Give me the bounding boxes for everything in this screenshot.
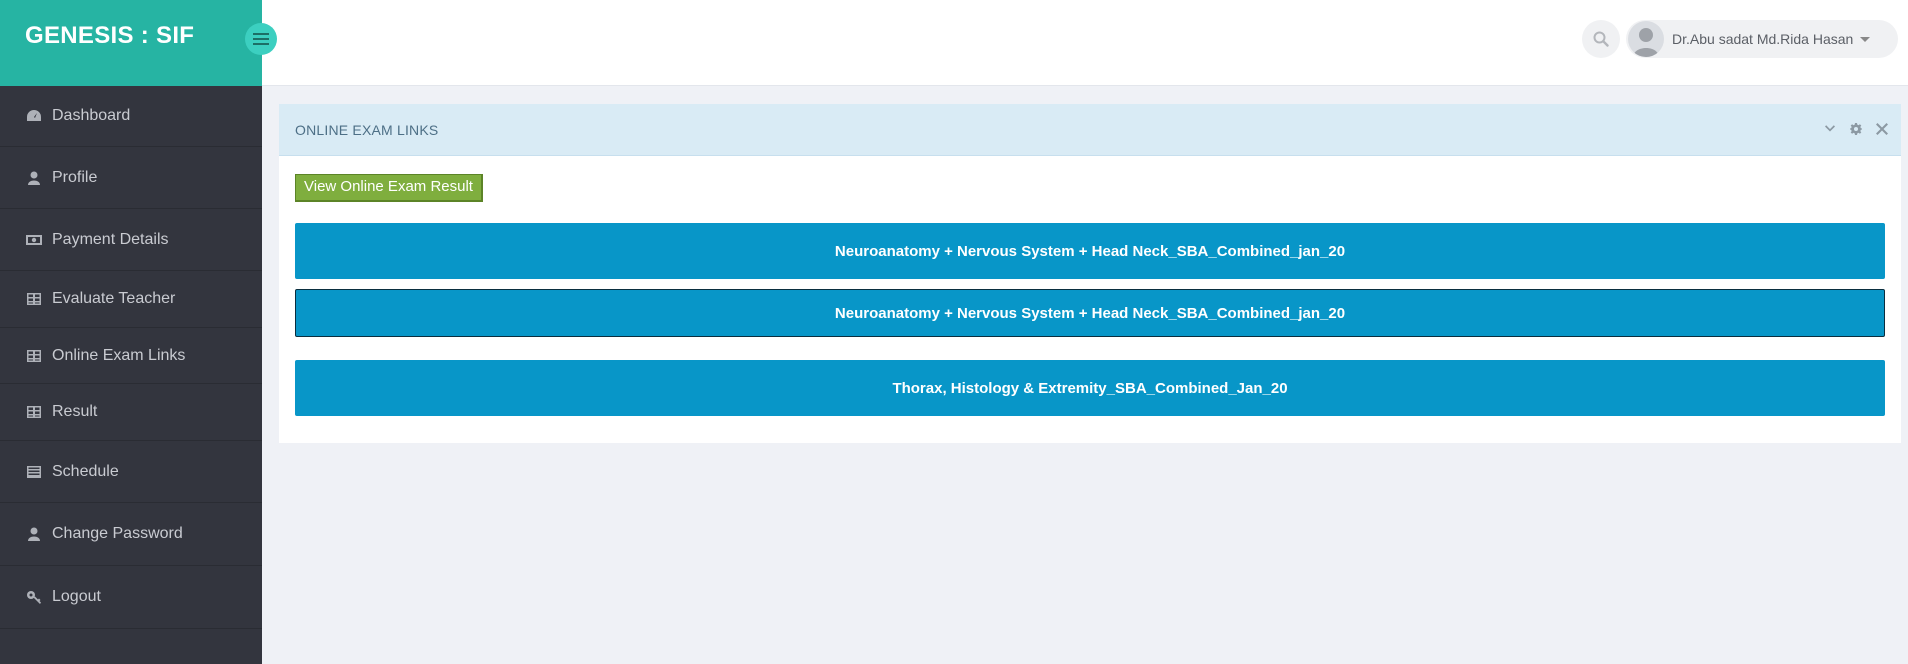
sidebar-item-profile[interactable]: Profile [0,147,262,209]
sidebar: Dashboard Profile Payment Details Evalua… [0,86,262,664]
menu-icon [253,33,269,45]
search-button[interactable] [1582,20,1620,58]
table-icon [25,291,43,307]
chevron-down-icon [1860,36,1871,42]
sidebar-toggle-button[interactable] [245,23,277,55]
brand-bar: GENESIS : SIF [0,0,262,86]
gear-icon [1850,123,1862,135]
sidebar-item-change-password[interactable]: Change Password [0,503,262,566]
sidebar-item-label: Logout [52,588,101,605]
sidebar-item-label: Payment Details [52,230,169,248]
table-icon [25,404,43,420]
exam-link-button[interactable]: Neuroanatomy + Nervous System + Head Nec… [295,289,1885,337]
user-icon [25,526,43,542]
sidebar-item-label: Result [52,403,98,420]
sidebar-item-label: Change Password [52,525,183,542]
close-icon [1876,123,1888,135]
dashboard-icon [25,108,43,124]
sidebar-item-result[interactable]: Result [0,384,262,441]
sidebar-item-label: Dashboard [52,107,131,124]
user-avatar-icon [1633,28,1659,57]
list-icon [25,464,43,480]
user-icon [25,170,43,186]
panel-header: ONLINE EXAM LINKS [279,104,1901,156]
app-title: GENESIS : SIF [25,22,195,49]
table-icon [25,348,43,364]
panel-title: ONLINE EXAM LINKS [295,121,439,138]
close-button[interactable] [1875,122,1889,136]
exam-link-button[interactable]: Neuroanatomy + Nervous System + Head Nec… [295,223,1885,279]
exam-link-button[interactable]: Thorax, Histology & Extremity_SBA_Combin… [295,360,1885,416]
user-name: Dr.Abu sadat Md.Rida Hasan [1672,31,1854,47]
avatar [1628,21,1664,57]
sidebar-item-logout[interactable]: Logout [0,566,262,629]
chevron-down-icon [1825,125,1835,132]
top-bar: Dr.Abu sadat Md.Rida Hasan [262,0,1908,86]
user-menu[interactable]: Dr.Abu sadat Md.Rida Hasan [1626,20,1898,58]
view-online-exam-result-button[interactable]: View Online Exam Result [295,174,483,202]
sidebar-item-payment-details[interactable]: Payment Details [0,209,262,271]
sidebar-item-label: Schedule [52,462,119,480]
collapse-button[interactable] [1823,122,1837,136]
sidebar-item-schedule[interactable]: Schedule [0,441,262,503]
panel-tools [1823,122,1889,136]
sidebar-item-label: Profile [52,168,98,186]
sidebar-item-online-exam-links[interactable]: Online Exam Links [0,328,262,384]
sidebar-item-dashboard[interactable]: Dashboard [0,86,262,147]
sidebar-item-label: Evaluate Teacher [52,290,176,307]
sidebar-item-label: Online Exam Links [52,346,186,364]
settings-button[interactable] [1849,122,1863,136]
money-icon [25,232,43,248]
online-exam-links-panel: ONLINE EXAM LINKS View Online Exam Resul… [279,104,1901,443]
sidebar-item-evaluate-teacher[interactable]: Evaluate Teacher [0,271,262,328]
key-icon [25,589,43,605]
search-icon [1593,31,1609,47]
